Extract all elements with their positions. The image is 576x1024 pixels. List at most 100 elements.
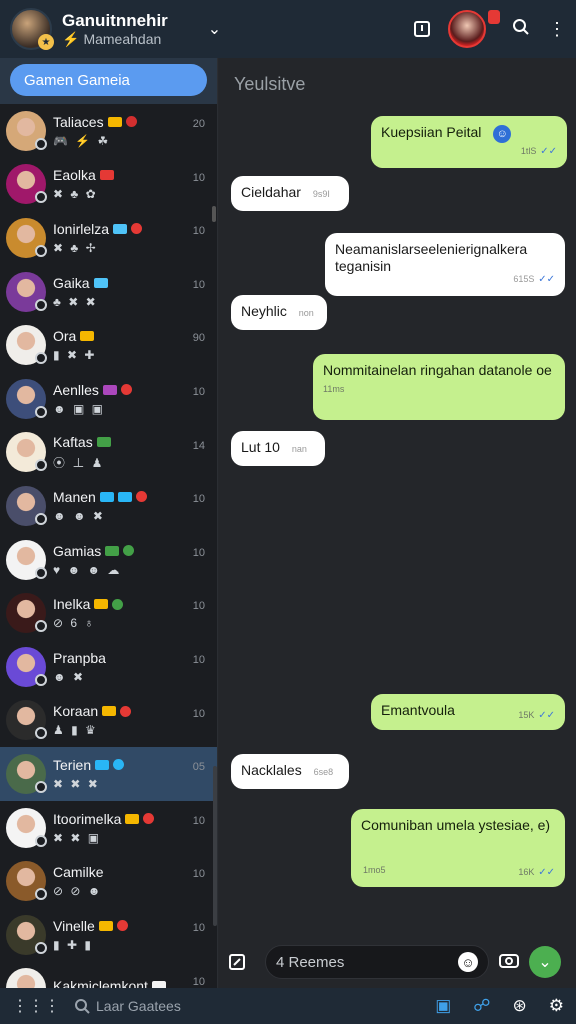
search-icon: [75, 999, 90, 1014]
contact-activity-icons: ✖ ✖ ▣: [53, 830, 102, 845]
account-avatar[interactable]: ★: [10, 8, 54, 50]
smile-icon: ☺: [493, 125, 512, 143]
contact-activity-icons: ☻ ☻ ✖: [53, 508, 105, 523]
contact-item[interactable]: Vinelle ▮ ✚ ▮ 10: [0, 908, 217, 962]
contact-item[interactable]: Ionirlelza ✖ ♣ ✢ 10: [0, 211, 217, 265]
chevron-down-icon[interactable]: ⌄: [208, 19, 221, 39]
status-indicator: [35, 834, 47, 847]
status-badge: [131, 223, 143, 235]
message-time: non: [298, 308, 314, 318]
scrollbar-track[interactable]: [213, 766, 217, 926]
contact-activity-icons: ♥ ☻ ☻ ☁: [53, 562, 122, 577]
emoji-icon[interactable]: ☺: [458, 952, 478, 972]
contact-activity-icons: ▮ ✖ ✚: [53, 348, 97, 363]
message-input-value: 4 Reemes: [276, 953, 345, 971]
status-indicator: [35, 298, 47, 311]
message-bubble[interactable]: Kuepsiian Peital ☺ 1tlS ✓✓: [371, 116, 567, 168]
contact-item[interactable]: Terien ✖ ✖ ✖ 05: [0, 747, 217, 801]
read-receipt-icon: ✓✓: [538, 867, 555, 878]
contact-item[interactable]: Gamias ♥ ☻ ☻ ☁ 10: [0, 533, 217, 587]
contact-item[interactable]: Itoorimelka ✖ ✖ ▣ 10: [0, 801, 217, 855]
bottom-search[interactable]: Laar Gaatees: [74, 998, 181, 1014]
more-vert-icon[interactable]: ⋮: [548, 19, 566, 40]
bolt-icon: ⚡: [62, 30, 80, 47]
contact-name-row: Pranpba: [53, 650, 211, 666]
bottom-actions: ▣ ☍ ⊛ ⚙: [435, 996, 564, 1016]
contact-avatar: [6, 914, 47, 955]
contact-avatar: [6, 271, 47, 312]
contact-item[interactable]: Taliaces 🎮 ⚡ ☘ 20: [0, 104, 217, 158]
message-input[interactable]: 4 Reemes ☺: [265, 945, 489, 979]
message-bubble[interactable]: Cieldahar 9s9I: [231, 176, 349, 211]
contact-name: Eaolka: [53, 167, 96, 184]
contact-name-row: Koraan: [53, 703, 211, 719]
status-badge: [113, 223, 128, 234]
contact-activity-icons: ▮ ✚ ▮: [53, 937, 93, 952]
contact-info: Eaolka ✖ ♣ ✿: [53, 167, 211, 201]
contact-name-row: Eaolka: [53, 167, 211, 183]
contact-name: Gaika: [53, 274, 90, 291]
apps-grid-icon[interactable]: ⋮⋮⋮: [12, 996, 60, 1016]
contact-avatar: [6, 539, 47, 580]
contact-name: Ionirlelza: [53, 220, 110, 237]
contact-item[interactable]: Gaika ♣ ✖ ✖ 10: [0, 265, 217, 319]
contact-info: Itoorimelka ✖ ✖ ▣: [53, 811, 211, 845]
status-badge: [125, 116, 137, 128]
status-indicator: [35, 673, 47, 686]
contact-item[interactable]: Pranpba ☻ ✖ 10: [0, 640, 217, 694]
message-bubble[interactable]: Lut 10 nan: [231, 431, 325, 466]
message-bubble[interactable]: Neyhlic non: [231, 295, 327, 330]
contact-time: 10: [192, 225, 205, 238]
scrollbar-thumb[interactable]: [212, 206, 216, 222]
profile-avatar[interactable]: [448, 10, 500, 48]
contact-item[interactable]: Inelka ⊘ 6 ♁ 10: [0, 586, 217, 640]
panel-icon[interactable]: ▣: [435, 996, 451, 1016]
contacts-search[interactable]: Gamen Gameia: [10, 64, 207, 96]
contact-item[interactable]: Ora ▮ ✖ ✚ 90: [0, 318, 217, 372]
status-badge: [99, 170, 114, 181]
contact-avatar: [6, 646, 47, 687]
message-bubble[interactable]: Nommitainelan ringahan datanole oe 11ms: [313, 354, 565, 420]
status-indicator: [35, 780, 47, 793]
status-badge: [120, 705, 132, 717]
message-bubble[interactable]: Neamanislarseelenierignalkera teganisin …: [325, 233, 565, 296]
contact-time: 10: [192, 868, 205, 881]
contact-item[interactable]: Kaftas ⦿ ⊥ ♟ 14: [0, 426, 217, 480]
contact-activity-icons: ♟ ▮ ♛: [53, 723, 98, 738]
contact-item[interactable]: Eaolka ✖ ♣ ✿ 10: [0, 158, 217, 212]
message-bubble[interactable]: Nacklales 6se8: [231, 754, 349, 789]
camera-icon[interactable]: [499, 951, 519, 974]
status-badge: [94, 599, 109, 610]
contact-name: Inelka: [53, 596, 91, 613]
contact-item[interactable]: Manen ☻ ☻ ✖ 10: [0, 479, 217, 533]
contact-item[interactable]: Camilke ⊘ ⊘ ☻ 10: [0, 854, 217, 908]
composer-bar: 4 Reemes ☺ ⌄: [219, 936, 576, 988]
contact-activity-icons: ⊘ 6 ♁: [53, 616, 96, 631]
friends-icon[interactable]: ☍: [473, 996, 490, 1016]
account-badge-icon: ★: [38, 34, 54, 50]
top-actions: ⋮: [414, 10, 566, 48]
message-time: nan: [291, 444, 307, 454]
contact-name-row: Taliaces: [53, 114, 211, 130]
contact-item[interactable]: Aenlles ☻ ▣ ▣ 10: [0, 372, 217, 426]
contact-name-row: Ionirlelza: [53, 221, 211, 237]
notification-badge: [488, 10, 500, 24]
contact-activity-icons: ✖ ✖ ✖: [53, 776, 100, 791]
settings-gear-icon[interactable]: ⚙: [549, 996, 564, 1016]
message-bubble[interactable]: Emantvoula 15K ✓✓: [371, 694, 565, 730]
contact-item[interactable]: Kakmiclemkont 10: [0, 962, 217, 988]
attach-icon[interactable]: [227, 952, 247, 972]
message-bubble[interactable]: Comuniban umela ystesiae, e) 1mo5 16K ✓✓: [351, 809, 565, 887]
status-badge: [120, 384, 132, 396]
status-badge: [125, 813, 140, 824]
search-icon[interactable]: [512, 18, 530, 41]
send-button[interactable]: ⌄: [529, 946, 561, 978]
status-indicator: [35, 566, 47, 579]
contact-avatar: [6, 378, 47, 419]
contact-item[interactable]: Koraan ♟ ▮ ♛ 10: [0, 694, 217, 748]
contact-name-row: Vinelle: [53, 918, 211, 934]
contact-name: Itoorimelka: [53, 810, 122, 827]
contact-name: Gamias: [53, 542, 102, 559]
tablet-icon[interactable]: [414, 21, 430, 37]
compass-icon[interactable]: ⊛: [513, 996, 527, 1016]
